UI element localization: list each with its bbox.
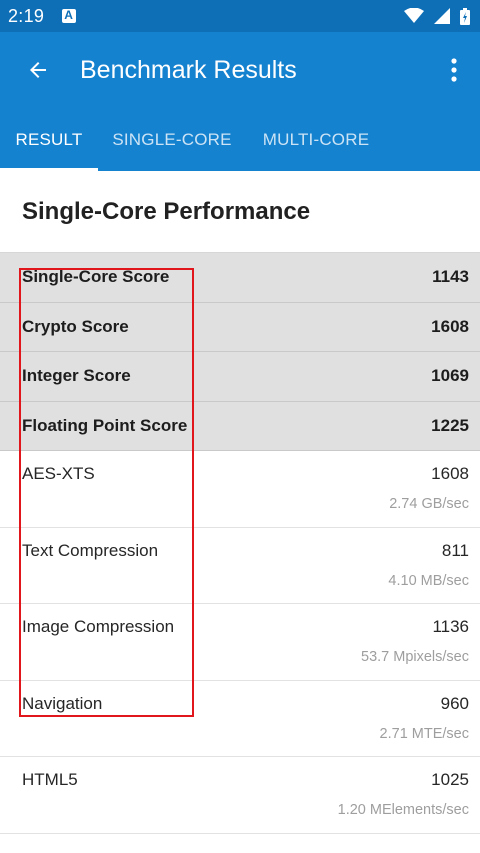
summary-score: 1225 (431, 415, 469, 435)
more-vert-icon (451, 58, 457, 82)
summary-score: 1069 (431, 366, 469, 386)
a-badge-icon (62, 8, 77, 23)
back-button[interactable] (18, 50, 58, 90)
tab-result[interactable]: RESULT (0, 108, 98, 171)
signal-icon (434, 8, 450, 24)
status-icons (404, 7, 470, 25)
detail-row-text-compression: Text Compression 811 4.10 MB/sec (0, 528, 480, 604)
detail-rate: 2.74 GB/sec (389, 496, 469, 512)
summary-label: Single-Core Score (22, 267, 170, 287)
summary-score: 1143 (432, 267, 469, 287)
detail-score: 811 (441, 540, 469, 560)
detail-score: 960 (440, 693, 469, 713)
detail-label: HTML5 (22, 770, 78, 789)
detail-rate: 1.20 MElements/sec (337, 802, 469, 818)
results-content[interactable]: Single-Core Performance Single-Core Scor… (0, 171, 480, 853)
overflow-menu-button[interactable] (442, 50, 466, 90)
detail-score: 1608 (431, 464, 469, 483)
page-title: Benchmark Results (80, 55, 297, 84)
summary-row-floating-point: Floating Point Score 1225 (0, 401, 480, 451)
summary-row-integer: Integer Score 1069 (0, 352, 480, 402)
detail-label: Image Compression (22, 617, 175, 636)
detail-rate: 4.10 MB/sec (388, 572, 469, 589)
detail-row-html5: HTML5 1025 1.20 MElements/sec (0, 757, 480, 834)
summary-label: Floating Point Score (22, 415, 188, 435)
detail-rate: 53.7 Mpixels/sec (361, 649, 469, 665)
battery-icon (460, 7, 470, 25)
detail-rate: 2.71 MTE/sec (379, 725, 469, 742)
detail-score: 1025 (431, 770, 469, 789)
tab-single-core[interactable]: SINGLE-CORE (98, 108, 246, 171)
app-bar: Benchmark Results (0, 32, 480, 108)
status-time: 2:19 (8, 5, 45, 26)
summary-row-single-core: Single-Core Score 1143 (0, 253, 480, 303)
wifi-icon (404, 8, 424, 23)
detail-label: Navigation (22, 693, 103, 713)
status-bar: 2:19 (0, 0, 480, 32)
detail-label: Text Compression (22, 540, 159, 560)
summary-label: Crypto Score (22, 316, 129, 336)
tab-bar: RESULT SINGLE-CORE MULTI-CORE (0, 108, 480, 171)
summary-score: 1608 (431, 316, 469, 336)
summary-label: Integer Score (22, 366, 131, 386)
section-title: Single-Core Performance (0, 171, 480, 253)
tab-multi-core[interactable]: MULTI-CORE (246, 108, 386, 171)
detail-label: AES-XTS (22, 464, 95, 483)
detail-row-navigation: Navigation 960 2.71 MTE/sec (0, 681, 480, 757)
detail-row-aes-xts: AES-XTS 1608 2.74 GB/sec (0, 451, 480, 528)
detail-row-image-compression: Image Compression 1136 53.7 Mpixels/sec (0, 604, 480, 681)
detail-score: 1136 (432, 617, 469, 636)
summary-row-crypto: Crypto Score 1608 (0, 302, 480, 352)
arrow-back-icon (30, 62, 46, 78)
